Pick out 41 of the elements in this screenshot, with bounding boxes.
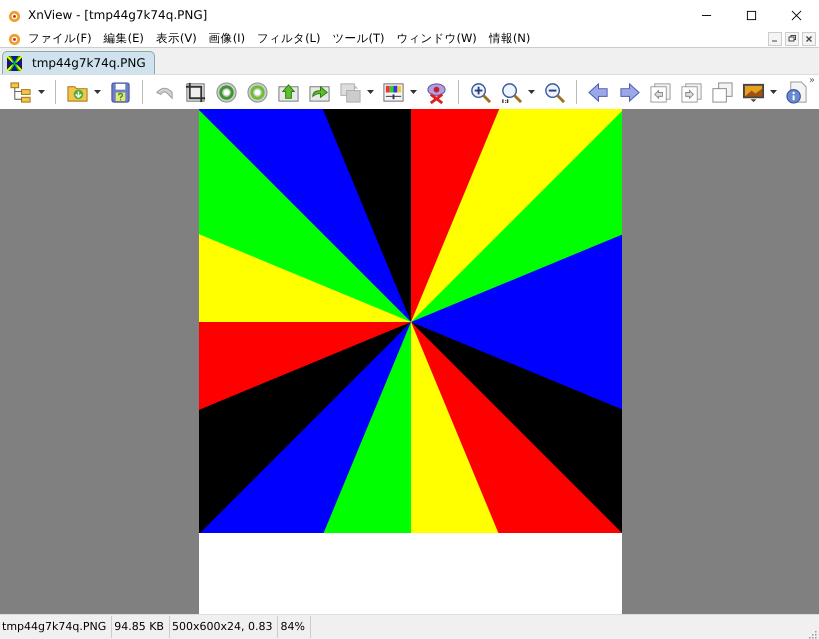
menu-item[interactable]: ツール(T): [332, 31, 384, 46]
color-bars-icon[interactable]: [382, 80, 405, 104]
toolbar-overflow-button[interactable]: »: [808, 75, 815, 86]
caret-icon[interactable]: [38, 90, 45, 94]
caret-icon[interactable]: [410, 90, 417, 94]
menu-item[interactable]: フィルタ(L): [257, 31, 320, 46]
resize-grip-icon[interactable]: [807, 629, 817, 639]
document-tab[interactable]: tmp44g7k74q.PNG: [2, 51, 155, 74]
pages-icon[interactable]: [711, 80, 734, 104]
zoom-actual-icon[interactable]: [500, 80, 523, 104]
close-icon[interactable]: [791, 10, 802, 20]
restore-icon[interactable]: [785, 32, 799, 46]
zoom-in-icon[interactable]: [469, 80, 492, 104]
maximize-icon[interactable]: [746, 10, 757, 20]
folder-tree-icon[interactable]: [10, 80, 33, 104]
status-field: 84%: [278, 616, 311, 638]
right-arrow-icon[interactable]: [618, 80, 641, 104]
menu-item[interactable]: 画像(I): [208, 31, 246, 46]
menu-item[interactable]: ウィンドウ(W): [396, 31, 477, 46]
caret-icon[interactable]: [770, 90, 777, 94]
info-icon[interactable]: [785, 80, 808, 104]
menu-item[interactable]: 情報(N): [488, 31, 530, 46]
menu-item[interactable]: ファイル(F): [28, 31, 92, 46]
menu-item[interactable]: 編集(E): [104, 31, 144, 46]
status-field: tmp44g7k74q.PNG: [0, 616, 112, 638]
eye-cross-icon[interactable]: [425, 80, 448, 104]
crop-icon[interactable]: [184, 80, 207, 104]
status-field: 94.85 KB: [112, 616, 170, 638]
minimize-icon[interactable]: [768, 32, 782, 46]
caret-icon[interactable]: [367, 90, 374, 94]
page-forward-icon[interactable]: [680, 80, 703, 104]
window-title: XnView - [tmp44g7k74q.PNG]: [28, 8, 208, 22]
save-icon[interactable]: [109, 80, 132, 104]
left-arrow-icon[interactable]: [587, 80, 610, 104]
caret-icon[interactable]: [528, 90, 535, 94]
zoom-out-icon[interactable]: [543, 80, 566, 104]
page-back-icon[interactable]: [649, 80, 672, 104]
image-thumbnail-icon: [7, 56, 22, 70]
menu-item[interactable]: 表示(V): [156, 31, 197, 46]
status-field: 500x600x24, 0.83: [170, 616, 278, 638]
caret-icon[interactable]: [94, 90, 101, 94]
